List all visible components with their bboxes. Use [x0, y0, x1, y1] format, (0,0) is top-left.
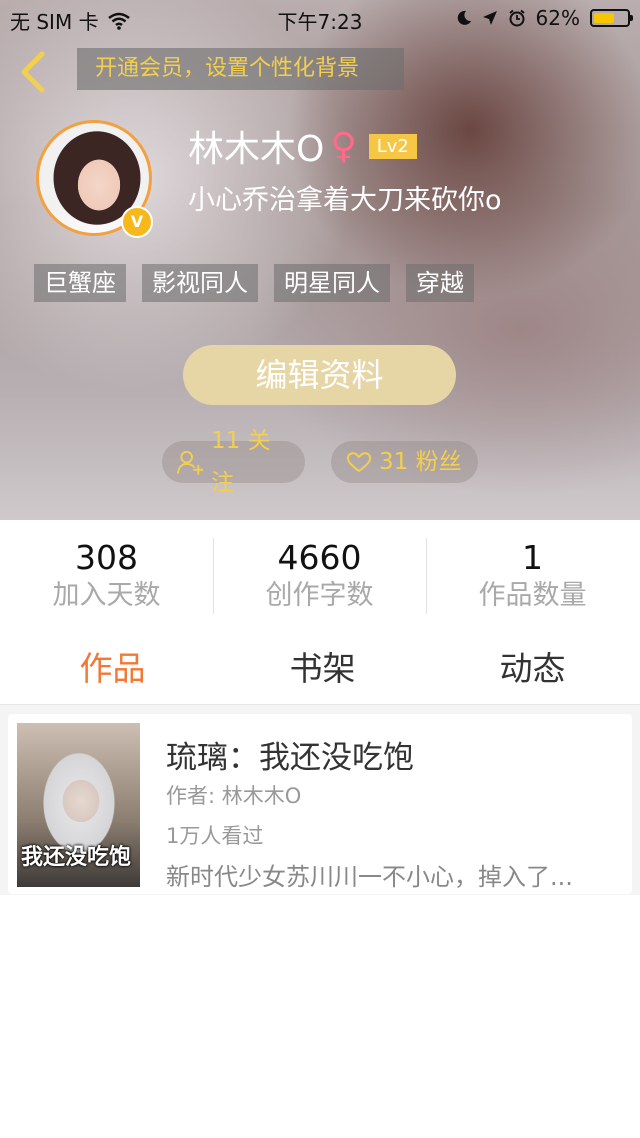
stat-works-count: 1 作品数量	[426, 538, 639, 614]
stat-value: 1	[522, 538, 543, 577]
edit-profile-button[interactable]: 编辑资料	[183, 345, 456, 405]
stat-word-count: 4660 创作字数	[213, 538, 426, 614]
following-count: 11 关注	[211, 428, 271, 496]
stat-value: 308	[75, 538, 138, 577]
book-title[interactable]: 琉璃：我还没吃饱	[166, 732, 414, 777]
profile-name-row: 林木木O ♀ Lv2	[188, 120, 417, 172]
tag-item: 巨蟹座	[34, 264, 126, 302]
battery-icon	[590, 9, 633, 27]
battery-percent: 62%	[535, 6, 580, 30]
battery-fill	[594, 13, 614, 23]
stat-label: 加入天数	[52, 580, 161, 611]
followers-button[interactable]: 31 粉丝	[331, 441, 478, 483]
tab-works[interactable]: 作品	[6, 642, 219, 690]
tag-list: 巨蟹座 影视同人 明星同人 穿越	[34, 264, 474, 302]
user-plus-icon	[176, 450, 204, 475]
back-chevron-icon[interactable]	[14, 50, 54, 94]
book-cover[interactable]: 我还没吃饱	[17, 723, 140, 887]
stat-label: 作品数量	[478, 580, 587, 611]
book-author: 作者: 林木木O	[166, 784, 302, 808]
location-arrow-icon	[482, 11, 497, 25]
heart-icon	[346, 452, 372, 473]
stat-value: 4660	[277, 538, 362, 577]
followers-count: 31 粉丝	[379, 449, 462, 475]
stat-join-days: 308 加入天数	[0, 538, 213, 614]
alarm-icon	[508, 9, 525, 27]
tab-bar: 作品 书架 动态	[0, 630, 640, 705]
vip-badge-icon: V	[121, 206, 153, 238]
vip-background-banner[interactable]: 开通会员，设置个性化背景	[77, 48, 404, 90]
moon-icon	[457, 10, 471, 25]
book-views: 1万人看过	[166, 824, 264, 848]
tab-activity[interactable]: 动态	[426, 642, 639, 690]
level-badge: Lv2	[368, 133, 417, 159]
book-cover-title: 我还没吃饱	[21, 845, 132, 870]
tab-bookshelf[interactable]: 书架	[216, 642, 429, 690]
tag-item: 明星同人	[274, 264, 390, 302]
signature: 小心乔治拿着大刀来砍你o	[188, 185, 502, 216]
stat-label: 创作字数	[265, 580, 374, 611]
stat-divider	[426, 538, 427, 614]
username: 林木木O	[188, 129, 325, 170]
female-gender-icon: ♀	[330, 125, 357, 167]
book-description: 新时代少女苏川川一不小心，掉入了...	[166, 863, 573, 891]
stats-panel: 308 加入天数 4660 创作字数 1 作品数量	[0, 520, 640, 620]
tag-item: 影视同人	[142, 264, 258, 302]
tag-item: 穿越	[406, 264, 474, 302]
status-bar: 无 SIM 卡 下午7:23 62%	[0, 0, 640, 36]
stat-divider	[213, 538, 214, 614]
following-button[interactable]: 11 关注	[162, 428, 305, 496]
